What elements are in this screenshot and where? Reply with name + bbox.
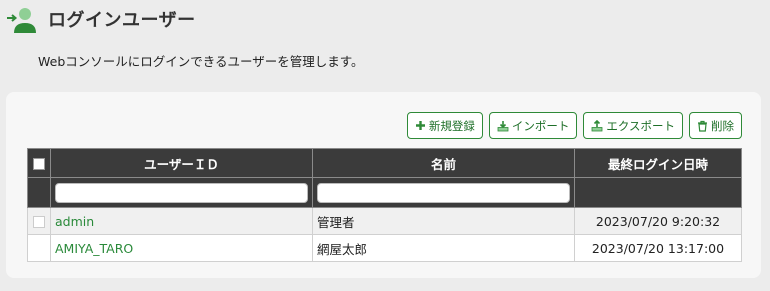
column-header-last-login[interactable]: 最終ログイン日時 (574, 148, 742, 178)
toolbar: 新規登録 インポート エクスポート 削除 (406, 112, 742, 139)
export-button[interactable]: エクスポート (583, 112, 683, 139)
filter-spacer (27, 177, 51, 208)
import-button[interactable]: インポート (488, 112, 578, 139)
select-all-cell (27, 148, 51, 178)
import-icon (497, 120, 509, 131)
user-list-panel: 新規登録 インポート エクスポート 削除 ユーザーＩＤ 名前 最終ログイン日時 … (6, 92, 761, 278)
page-title: ログインユーザー (48, 10, 196, 31)
export-icon (591, 119, 603, 131)
plus-icon (415, 121, 425, 130)
delete-button[interactable]: 削除 (689, 112, 742, 139)
last-login-cell: 2023/07/20 13:17:00 (574, 234, 742, 262)
user-id-cell: admin (50, 207, 313, 235)
login-user-icon (7, 8, 36, 33)
export-button-label: エクスポート (606, 118, 675, 133)
page-description: Webコンソールにログインできるユーザーを管理します。 (38, 54, 364, 69)
column-header-name[interactable]: 名前 (312, 148, 575, 178)
filter-cell-user-id (50, 177, 313, 208)
delete-button-label: 削除 (711, 118, 734, 133)
import-button-label: インポート (511, 118, 570, 133)
name-cell: 管理者 (312, 207, 575, 235)
new-button-label: 新規登録 (428, 118, 475, 133)
trash-icon (698, 120, 707, 132)
user-id-cell: AMIYA_TARO (50, 234, 313, 262)
select-all-checkbox[interactable] (33, 158, 45, 170)
row-checkbox[interactable] (33, 216, 45, 228)
filter-cell-name (312, 177, 575, 208)
new-button[interactable]: 新規登録 (406, 112, 483, 139)
user-id-filter-input[interactable] (55, 182, 308, 203)
user-id-link[interactable]: admin (55, 214, 94, 229)
page-header: ログインユーザー (0, 0, 770, 40)
name-filter-input[interactable] (317, 182, 570, 203)
name-cell: 網屋太郎 (312, 234, 575, 262)
row-select-cell (27, 207, 51, 235)
last-login-cell: 2023/07/20 9:20:32 (574, 207, 742, 235)
filter-cell-last-login (574, 177, 742, 208)
column-header-user-id[interactable]: ユーザーＩＤ (50, 148, 313, 178)
user-table: ユーザーＩＤ 名前 最終ログイン日時 admin 管理者 2023/07/20 … (27, 148, 742, 262)
row-select-cell (27, 234, 51, 262)
user-id-link[interactable]: AMIYA_TARO (55, 241, 133, 256)
table-row[interactable]: AMIYA_TARO 網屋太郎 2023/07/20 13:17:00 (27, 234, 742, 262)
table-row[interactable]: admin 管理者 2023/07/20 9:20:32 (27, 207, 742, 235)
